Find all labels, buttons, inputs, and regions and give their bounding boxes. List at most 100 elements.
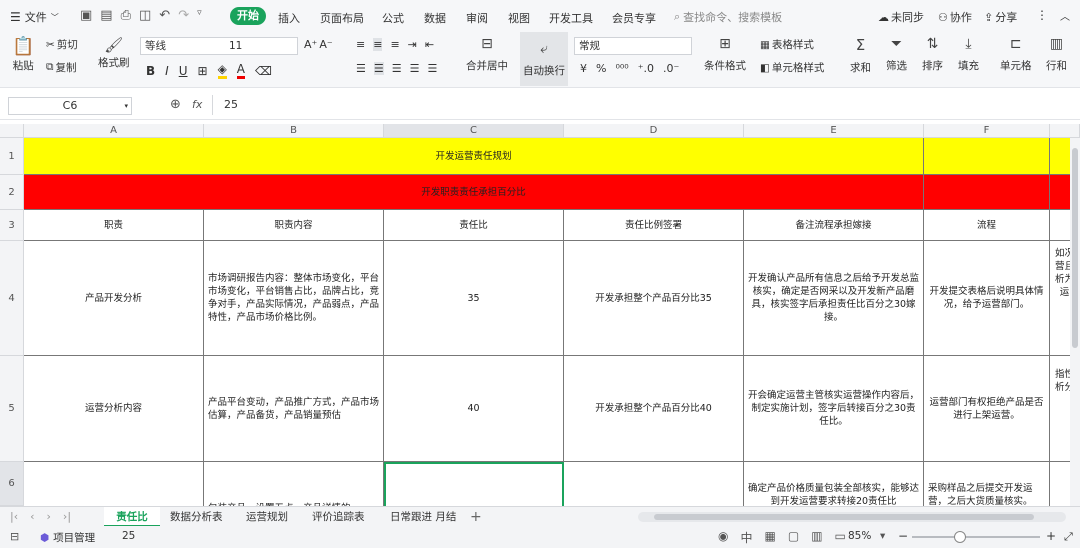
- project-management-button[interactable]: ⬢ 项目管理: [40, 530, 95, 545]
- row-header-2[interactable]: 2: [0, 175, 24, 210]
- zoom-dropdown-icon[interactable]: ▾: [880, 530, 885, 542]
- vertical-scrollbar[interactable]: [1070, 138, 1080, 506]
- cell-c4[interactable]: 35: [384, 241, 564, 356]
- tab-insert[interactable]: 插入: [268, 10, 310, 26]
- fullscreen-icon[interactable]: ⤢: [1064, 530, 1073, 544]
- cell-f5[interactable]: 运营部门有权拒绝产品是否进行上架运营。: [924, 356, 1050, 462]
- column-header-a[interactable]: A: [24, 124, 204, 138]
- cell-d6[interactable]: [564, 462, 744, 506]
- fill-color-icon[interactable]: ◈: [217, 62, 227, 79]
- underline-icon[interactable]: U: [179, 64, 188, 78]
- cut-button[interactable]: ✂ 剪切: [46, 37, 78, 52]
- sheet-tab-review-tracking[interactable]: 评价追踪表: [312, 507, 365, 527]
- horizontal-scrollbar[interactable]: [638, 512, 1066, 522]
- column-header-f[interactable]: F: [924, 124, 1050, 138]
- increase-decimal-icon[interactable]: ⁺.0: [638, 62, 654, 75]
- wrap-text-button[interactable]: ⤶ 自动换行: [520, 32, 568, 86]
- bold-icon[interactable]: B: [146, 64, 155, 78]
- sum-button[interactable]: Σ 求和: [850, 36, 871, 75]
- function-icon[interactable]: fx: [192, 98, 202, 111]
- title-cell[interactable]: 开发运营责任规划: [24, 138, 924, 175]
- print-preview-icon[interactable]: ◫: [139, 8, 151, 23]
- tab-page-layout[interactable]: 页面布局: [310, 10, 374, 26]
- first-sheet-icon[interactable]: |‹: [10, 510, 18, 523]
- row-header-1[interactable]: 1: [0, 138, 24, 175]
- page-break-view-icon[interactable]: ▥: [811, 529, 822, 546]
- header-remarks[interactable]: 备注流程承担嫁接: [744, 210, 924, 241]
- align-center-icon[interactable]: ☰: [373, 62, 384, 75]
- header-duty[interactable]: 职责: [24, 210, 204, 241]
- reading-mode-icon[interactable]: ▭: [835, 529, 846, 546]
- header-ratio[interactable]: 责任比: [384, 210, 564, 241]
- font-size-value[interactable]: 11: [229, 38, 242, 54]
- indent-icon[interactable]: ⇥: [408, 38, 417, 51]
- macro-icon[interactable]: ⊟: [10, 530, 19, 543]
- header-process[interactable]: 流程: [924, 210, 1050, 241]
- row-col-button[interactable]: ▥ 行和: [1046, 36, 1067, 73]
- copy-button[interactable]: ⧉ 复制: [46, 60, 77, 75]
- column-header-b[interactable]: B: [204, 124, 384, 138]
- table-style-button[interactable]: ▦ 表格样式: [760, 37, 814, 52]
- increase-font-icon[interactable]: A⁺: [304, 38, 317, 51]
- export-icon[interactable]: ▤: [100, 8, 112, 23]
- cell-d5[interactable]: 开发承担整个产品百分比40: [564, 356, 744, 462]
- conditional-format-button[interactable]: ⊞ 条件格式: [704, 36, 746, 73]
- eye-protection-icon[interactable]: ◉: [718, 529, 728, 546]
- cell-a6[interactable]: [24, 462, 204, 506]
- cell-d4[interactable]: 开发承担整个产品百分比35: [564, 241, 744, 356]
- distributed-icon[interactable]: ☰: [428, 62, 438, 75]
- add-sheet-icon[interactable]: +: [470, 507, 482, 527]
- undo-icon[interactable]: ↶: [159, 8, 170, 23]
- more-icon[interactable]: ▿: [197, 8, 202, 23]
- collab-button[interactable]: ⚇ 协作: [938, 9, 972, 25]
- cell-f4[interactable]: 开发提交表格后说明具体情况，给予运营部门。: [924, 241, 1050, 356]
- justify-icon[interactable]: ☰: [410, 62, 420, 75]
- cell-e5[interactable]: 开会确定运营主管核实运营操作内容后，制定实施计划，签字后转接百分之30责任比。: [744, 356, 924, 462]
- merge-center-button[interactable]: ⊟ 合并居中: [466, 36, 508, 73]
- sync-button[interactable]: ☁ 未同步: [878, 9, 924, 25]
- cell-f1[interactable]: [924, 138, 1050, 175]
- sheet-tab-responsibility[interactable]: 责任比: [104, 507, 160, 527]
- column-header-c[interactable]: C: [384, 124, 564, 138]
- prev-sheet-icon[interactable]: ‹: [30, 510, 34, 523]
- currency-icon[interactable]: ¥: [580, 62, 587, 75]
- align-left-icon[interactable]: ☰: [356, 62, 366, 75]
- cell-c6-selected[interactable]: [384, 462, 564, 506]
- sheet-tab-daily-followup[interactable]: 日常跟进 月结: [390, 507, 456, 527]
- cell-b4[interactable]: 市场调研报告内容：整体市场变化，平台市场变化，平台销售占比，品牌占比，竞争对手，…: [204, 241, 384, 356]
- cell-style-button[interactable]: ◧ 单元格样式: [760, 60, 824, 75]
- decrease-font-icon[interactable]: A⁻: [319, 38, 332, 51]
- tab-review[interactable]: 审阅: [456, 10, 498, 26]
- zoom-in-icon[interactable]: +: [1046, 529, 1056, 543]
- tab-data[interactable]: 数据: [414, 10, 456, 26]
- last-sheet-icon[interactable]: ›|: [63, 510, 71, 523]
- redo-icon[interactable]: ↷: [178, 8, 189, 23]
- input-mode-icon[interactable]: 中: [740, 529, 752, 546]
- font-name-select[interactable]: 等线 11: [140, 37, 298, 55]
- column-header-e[interactable]: E: [744, 124, 924, 138]
- column-header-d[interactable]: D: [564, 124, 744, 138]
- formula-input[interactable]: 25: [224, 98, 238, 111]
- align-top-icon[interactable]: ≡: [356, 38, 365, 51]
- print-icon[interactable]: ⎙: [121, 8, 131, 23]
- thousands-icon[interactable]: ⁰⁰⁰: [615, 62, 628, 75]
- cell-c5[interactable]: 40: [384, 356, 564, 462]
- cell-b6[interactable]: 包装产品，设置五点，产品详情的…: [204, 462, 384, 506]
- align-bottom-icon[interactable]: ≡: [390, 38, 399, 51]
- more-options-icon[interactable]: ⋮: [1036, 8, 1048, 22]
- number-format-select[interactable]: 常规: [574, 37, 692, 55]
- collapse-ribbon-icon[interactable]: ︿: [1060, 8, 1070, 23]
- fill-button[interactable]: ⤓ 填充: [958, 36, 979, 73]
- outdent-icon[interactable]: ⇤: [425, 38, 434, 51]
- italic-icon[interactable]: I: [165, 64, 169, 78]
- select-all-corner[interactable]: [0, 124, 24, 138]
- cell-f2[interactable]: [924, 175, 1050, 210]
- cell-e6[interactable]: 确定产品价格质量包装全部核实，能够达到开发运营要求转接20责任比: [744, 462, 924, 506]
- horizontal-scroll-thumb[interactable]: [654, 514, 1034, 520]
- tab-member[interactable]: 会员专享: [602, 10, 666, 26]
- tab-view[interactable]: 视图: [498, 10, 540, 26]
- cell-f6[interactable]: 采购样品之后提交开发运营，之后大货质量核实。: [924, 462, 1050, 506]
- row-header-5[interactable]: 5: [0, 356, 24, 462]
- command-search[interactable]: ⌕ 查找命令、搜索模板: [674, 9, 782, 25]
- font-color-icon[interactable]: A: [236, 62, 246, 79]
